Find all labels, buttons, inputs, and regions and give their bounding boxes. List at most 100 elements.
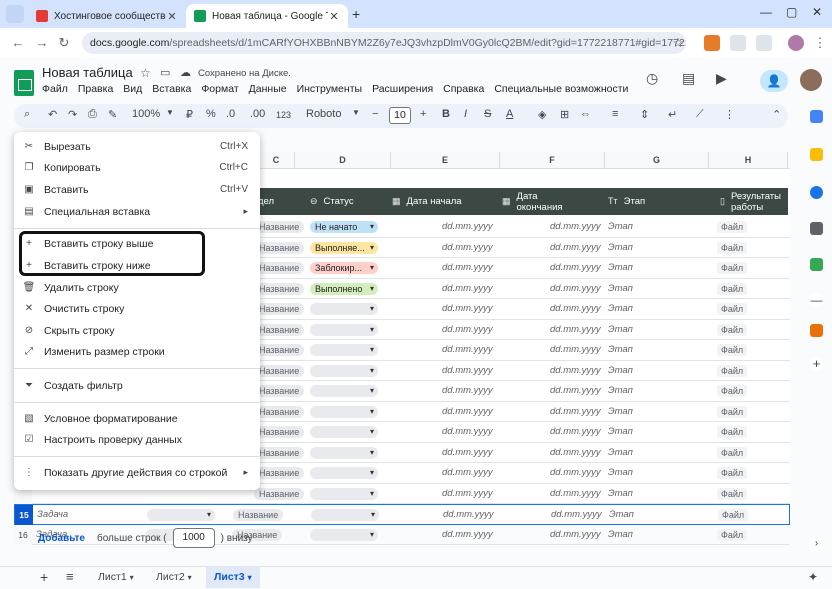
menu-tools[interactable]: Инструменты (297, 83, 362, 95)
name-chip[interactable]: Название (254, 446, 305, 459)
more-vert-icon[interactable]: ⋮ (812, 35, 828, 51)
menu-extensions[interactable]: Расширения (372, 83, 433, 95)
close-icon[interactable]: ✕ (166, 10, 178, 23)
vertical-align-icon[interactable]: ⇕ (640, 108, 649, 121)
font-select[interactable]: Roboto (306, 108, 341, 120)
name-chip[interactable]: Название (254, 405, 305, 418)
column-header-d[interactable]: D (295, 152, 391, 169)
menu-item-copy[interactable]: ❐ Копировать Ctrl+C (14, 157, 260, 178)
keep-icon[interactable] (810, 148, 823, 161)
search-icon[interactable]: ⌕ (24, 108, 30, 121)
increase-font-size-icon[interactable]: + (420, 108, 426, 120)
start-date-cell[interactable]: dd.mm.yyyy (442, 320, 522, 340)
forward-arrow-icon[interactable]: → (34, 35, 50, 50)
status-chip[interactable]: Заблокир... (310, 262, 378, 274)
name-chip[interactable]: Название (254, 303, 305, 315)
percent-icon[interactable]: % (206, 108, 216, 120)
file-chip[interactable]: Файл (717, 426, 748, 438)
menu-item-data-validation[interactable]: ☑ Настроить проверку данных (14, 429, 260, 450)
menu-edit[interactable]: Правка (78, 83, 113, 95)
status-chip[interactable]: Выполняе... (310, 241, 378, 254)
file-chip[interactable]: Файл (717, 528, 748, 541)
file-chip[interactable]: Файл (717, 446, 748, 459)
file-chip[interactable]: Файл (717, 344, 748, 356)
file-chip[interactable]: Файл (717, 467, 748, 479)
stage-cell[interactable]: Этап (608, 279, 668, 299)
menu-item-delete-row[interactable]: 🗑 Удалить строку (14, 277, 260, 298)
name-chip[interactable]: Название (254, 221, 305, 233)
file-chip[interactable]: Файл (717, 487, 748, 500)
menu-data[interactable]: Данные (249, 83, 287, 95)
status-chip[interactable] (310, 364, 378, 377)
name-chip[interactable]: Название (254, 323, 305, 336)
start-date-cell[interactable]: dd.mm.yyyy (442, 340, 522, 360)
more-options-icon[interactable]: ⋮ (724, 108, 735, 121)
stage-cell[interactable]: Этап (608, 258, 668, 278)
url-field[interactable]: docs.google.com /spreadsheets/d/1mCARfYO… (82, 32, 686, 54)
sheet-tab-3[interactable]: Лист3 ▾ (206, 566, 260, 588)
print-icon[interactable]: ⎙ (88, 108, 97, 121)
extension-shield-icon[interactable] (730, 35, 746, 51)
file-chip[interactable]: Файл (717, 323, 748, 336)
menu-item-create-filter[interactable]: ⏷ Создать фильтр (14, 375, 260, 396)
start-date-cell[interactable]: dd.mm.yyyy (442, 258, 522, 278)
status-chip[interactable] (310, 344, 378, 356)
share-button[interactable]: 👤 (760, 70, 788, 92)
dropdown-chip[interactable] (147, 509, 215, 521)
align-left-icon[interactable]: ≡ (612, 108, 618, 120)
menu-item-paste-special[interactable]: ▤ Специальная вставка ▸ (14, 201, 260, 222)
puzzle-icon[interactable] (756, 35, 772, 51)
status-chip[interactable]: Не начато (310, 221, 378, 233)
name-chip[interactable]: Название (254, 364, 305, 377)
table-row[interactable]: 15ЗадачаНазваниеdd.mm.yyyydd.mm.yyyyЭтап… (14, 504, 790, 525)
all-sheets-menu-icon[interactable]: ≡ (58, 566, 82, 588)
start-date-cell[interactable]: dd.mm.yyyy (442, 422, 522, 442)
start-date-cell[interactable]: dd.mm.yyyy (442, 299, 522, 319)
status-chip[interactable] (310, 303, 378, 315)
tab-search-button[interactable] (6, 5, 24, 23)
menu-item-conditional-formatting[interactable]: ▧ Условное форматирование (14, 408, 260, 429)
name-chip[interactable]: Название (254, 426, 305, 438)
table-header-status[interactable]: ⊖ Статус (310, 188, 400, 215)
sheet-tab-1[interactable]: Лист1 ▾ (90, 566, 142, 588)
menu-accessibility[interactable]: Специальные возможности (494, 83, 628, 95)
fill-color-icon[interactable]: ◈ (538, 108, 546, 121)
stage-cell[interactable]: Этап (608, 299, 668, 319)
file-chip[interactable]: Файл (717, 282, 748, 295)
file-chip[interactable]: Файл (717, 221, 748, 233)
menu-item-clear-row[interactable]: ✕ Очистить строку (14, 298, 260, 319)
stage-cell[interactable]: Этап (608, 361, 668, 381)
file-chip[interactable]: Файл (718, 509, 749, 521)
start-date-cell[interactable]: dd.mm.yyyy (442, 279, 522, 299)
column-header-c[interactable]: C (258, 152, 295, 169)
stage-cell[interactable]: Этап (608, 443, 668, 463)
menu-item-resize-row[interactable]: ⤢ Изменить размер строки (14, 341, 260, 362)
file-chip[interactable]: Файл (717, 405, 748, 418)
history-icon[interactable]: ◷ (646, 70, 658, 87)
chevron-down-icon[interactable]: ▼ (352, 108, 360, 117)
minimize-icon[interactable]: — (760, 5, 772, 19)
file-chip[interactable]: Файл (717, 303, 748, 315)
text-rotation-icon[interactable]: ⟋ (696, 108, 704, 121)
browser-tab-sheets[interactable]: Новая таблица - Google Табли ✕ (186, 4, 348, 28)
back-arrow-icon[interactable]: ← (10, 35, 26, 50)
collapse-toolbar-icon[interactable]: ⌃ (772, 108, 781, 121)
italic-icon[interactable]: I (464, 108, 467, 120)
menu-item-paste[interactable]: ▣ Вставить Ctrl+V (14, 179, 260, 200)
table-header-end[interactable]: ▦ Дата окончания (502, 188, 582, 215)
column-header-f[interactable]: F (500, 152, 605, 169)
name-chip[interactable]: Название (254, 241, 305, 254)
sheets-logo-icon[interactable] (14, 70, 34, 96)
currency-icon[interactable]: ₽ (186, 108, 193, 121)
strikethrough-icon[interactable]: S (484, 108, 491, 120)
row-number[interactable]: 15 (15, 505, 33, 525)
stage-cell[interactable]: Этап (608, 525, 668, 545)
move-folder-icon[interactable]: ▭ (160, 66, 170, 79)
status-chip[interactable] (310, 446, 378, 459)
addon-icon[interactable] (810, 324, 823, 337)
bold-icon[interactable]: B (442, 108, 450, 120)
file-chip[interactable]: Файл (717, 385, 748, 397)
status-chip[interactable] (311, 509, 379, 521)
name-chip[interactable]: Название (254, 262, 305, 274)
name-chip[interactable]: Название (254, 344, 305, 356)
